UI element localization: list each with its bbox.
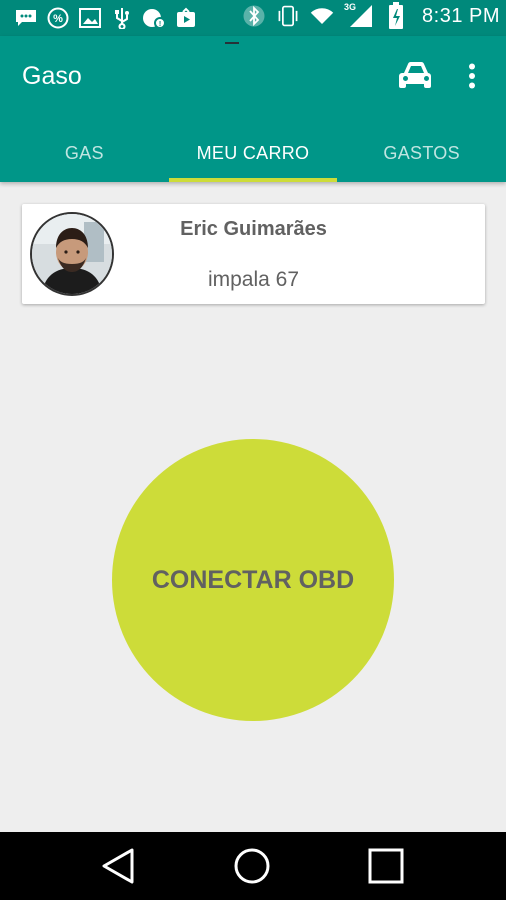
status-system-icons: 3G 8:31 PM <box>242 2 500 29</box>
tab-meu-carro-label: MEU CARRO <box>196 142 310 163</box>
svg-text:!: ! <box>159 21 161 28</box>
user-name: Eric Guimarães <box>180 218 327 240</box>
more-vert-icon <box>468 63 476 89</box>
home-button[interactable] <box>232 846 272 886</box>
clock: 8:31 PM <box>422 4 500 27</box>
tab-meu-carro[interactable]: MEU CARRO <box>168 124 338 182</box>
recents-button[interactable] <box>366 846 406 886</box>
recents-icon <box>368 848 404 884</box>
profile-card[interactable]: Eric Guimarães impala 67 <box>22 204 485 304</box>
tab-gastos-label: GASTOS <box>383 142 460 163</box>
vibrate-icon <box>276 4 300 28</box>
tab-gas[interactable]: GAS <box>0 124 169 182</box>
back-icon <box>101 848 135 884</box>
drag-handle <box>225 42 239 44</box>
app-bar: Gaso GAS MEU CARRO GASTOS <box>0 36 506 182</box>
svg-text:%: % <box>53 13 63 25</box>
overflow-menu-button[interactable] <box>458 58 486 94</box>
connect-obd-label: CONECTAR OBD <box>151 565 355 594</box>
navigation-bar <box>0 832 506 900</box>
app-title: Gaso <box>22 62 82 90</box>
home-icon <box>233 847 271 885</box>
car-icon <box>397 60 435 92</box>
bluetooth-icon <box>242 4 266 28</box>
video-icon <box>174 6 198 30</box>
signal-icon: 3G <box>344 2 374 28</box>
wifi-icon <box>310 4 334 28</box>
status-notification-icons: % ! <box>14 6 198 30</box>
tab-gastos[interactable]: GASTOS <box>337 124 506 182</box>
chat-icon <box>14 6 38 30</box>
car-button[interactable] <box>396 58 436 94</box>
usb-icon <box>110 6 134 30</box>
status-bar: % ! 3G 8:31 PM <box>0 0 506 36</box>
tab-gas-label: GAS <box>64 142 104 163</box>
back-button[interactable] <box>98 846 138 886</box>
connect-obd-button[interactable]: CONECTAR OBD <box>112 439 394 721</box>
car-name: impala 67 <box>207 268 300 291</box>
battery-charging-icon <box>384 2 408 29</box>
image-icon <box>78 6 102 30</box>
network-type-label: 3G <box>344 2 357 12</box>
percent-icon: % <box>46 6 70 30</box>
notification-icon: ! <box>142 6 166 30</box>
tab-bar: GAS MEU CARRO GASTOS <box>0 124 506 182</box>
